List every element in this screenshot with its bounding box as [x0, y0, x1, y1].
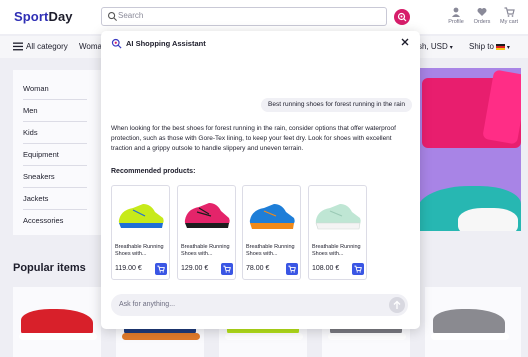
ai-search-icon	[397, 12, 407, 22]
recommended-product-card[interactable]: Breathable Running Shoes with... 119.00 …	[111, 185, 170, 280]
add-to-cart-button[interactable]	[221, 263, 233, 275]
orders-label: Orders	[473, 19, 491, 25]
divider	[23, 99, 87, 100]
germany-flag-icon	[495, 44, 505, 50]
ai-search-icon	[111, 38, 122, 49]
logo-part-sport: Sport	[14, 9, 49, 24]
add-to-cart-button[interactable]	[286, 263, 298, 275]
arrow-up-icon	[393, 300, 401, 309]
product-name: Breathable Running Shoes with...	[312, 244, 361, 257]
divider	[23, 165, 87, 166]
shoe-image	[118, 204, 164, 228]
profile-label: Profile	[448, 19, 464, 25]
hero-banner-image[interactable]	[418, 68, 521, 231]
divider	[23, 209, 87, 210]
modal-title: AI Shopping Assistant	[126, 39, 206, 48]
profile-button[interactable]: Profile	[443, 7, 469, 25]
product-price: 119.00 €	[115, 265, 142, 272]
cart-icon	[223, 265, 231, 273]
ai-assistant-button[interactable]	[394, 9, 410, 25]
cart-icon	[157, 265, 165, 273]
popular-item-card[interactable]	[425, 287, 521, 357]
cart-label: My cart	[499, 19, 519, 25]
ship-to-select[interactable]: Ship to ▾	[469, 42, 510, 51]
menu-icon[interactable]	[13, 42, 23, 51]
popular-items-title: Popular items	[13, 262, 86, 274]
popular-item-card[interactable]	[13, 287, 101, 357]
shoe-image	[184, 203, 230, 228]
chevron-down-icon: ▾	[449, 45, 453, 51]
assistant-answer-text: When looking for the best shoes for fore…	[111, 125, 396, 152]
ai-assistant-modal: AI Shopping Assistant Best running shoes…	[101, 31, 420, 329]
chat-input-placeholder: Ask for anything...	[119, 301, 176, 308]
cart-icon	[504, 7, 515, 17]
user-icon	[452, 7, 460, 17]
divider	[23, 143, 87, 144]
sidebar-item-kids[interactable]: Kids	[23, 128, 38, 137]
hero-shoe-sole-shape	[458, 208, 518, 231]
shoe-image	[249, 204, 295, 229]
user-message-bubble: Best running shoes for forest running in…	[261, 98, 412, 112]
cart-button[interactable]: My cart	[496, 7, 522, 25]
recommended-product-card[interactable]: Breathable Running Shoes with... 108.00 …	[308, 185, 367, 280]
shoe-sole	[328, 333, 406, 340]
divider	[23, 187, 87, 188]
sidebar-item-jackets[interactable]: Jackets	[23, 194, 48, 203]
logo[interactable]: SportDay	[14, 9, 73, 24]
ship-to-label: Ship to	[469, 42, 494, 51]
search-placeholder: Search	[118, 11, 144, 20]
product-price: 129.00 €	[181, 265, 209, 272]
product-name: Breathable Running Shoes with...	[115, 244, 164, 257]
product-name: Breathable Running Shoes with...	[246, 244, 295, 257]
cart-icon	[354, 265, 362, 273]
category-sidebar: Woman Men Kids Equipment Sneakers Jacket…	[13, 70, 101, 235]
shoe-sole	[122, 333, 200, 340]
top-header: SportDay Search Profile Orders My cart	[0, 0, 528, 34]
orders-button[interactable]: Orders	[469, 7, 495, 25]
send-button[interactable]	[389, 297, 405, 313]
logo-part-day: Day	[48, 9, 73, 24]
chevron-down-icon: ▾	[506, 45, 510, 51]
chat-input[interactable]: Ask for anything...	[111, 294, 408, 316]
close-icon[interactable]	[400, 37, 410, 47]
all-category-link[interactable]: All category	[26, 42, 68, 51]
sidebar-item-equipment[interactable]: Equipment	[23, 150, 59, 159]
sidebar-item-woman[interactable]: Woman	[23, 84, 49, 93]
recommended-products-title: Recommended products:	[111, 168, 196, 175]
add-to-cart-button[interactable]	[352, 263, 364, 275]
language-currency-select[interactable]: sh, USD ▾	[418, 42, 453, 51]
product-price: 78.00 €	[246, 265, 270, 272]
product-price: 108.00 €	[312, 265, 340, 272]
product-name: Breathable Running Shoes with...	[181, 244, 230, 257]
recommended-product-card[interactable]: Breathable Running Shoes with... 129.00 …	[177, 185, 236, 280]
shoe-sole	[225, 333, 303, 340]
currency-label: sh, USD	[418, 42, 448, 51]
add-to-cart-button[interactable]	[155, 263, 167, 275]
shoe-sole	[431, 333, 509, 340]
shoe-image	[315, 204, 361, 230]
sidebar-item-sneakers[interactable]: Sneakers	[23, 172, 55, 181]
shoe-sole	[19, 333, 97, 340]
search-icon	[108, 12, 118, 22]
sidebar-item-men[interactable]: Men	[23, 106, 38, 115]
sidebar-item-accessories[interactable]: Accessories	[23, 216, 63, 225]
cart-icon	[288, 265, 296, 273]
divider	[23, 121, 87, 122]
search-input[interactable]: Search	[101, 7, 387, 26]
heart-icon	[477, 8, 487, 16]
recommended-product-card[interactable]: Breathable Running Shoes with... 78.00 €	[242, 185, 301, 280]
